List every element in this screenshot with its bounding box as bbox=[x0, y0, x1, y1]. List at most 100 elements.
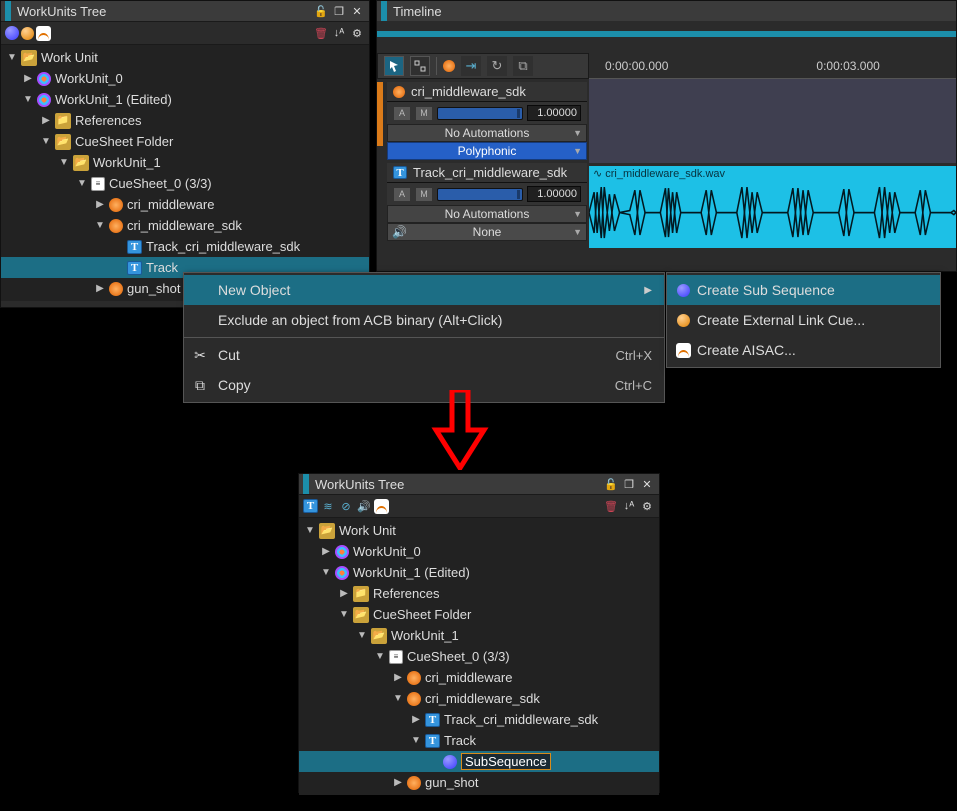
caret-icon[interactable]: ▶ bbox=[95, 199, 105, 210]
track-lane[interactable]: ∿ cri_middleware_sdk.wav bbox=[589, 166, 956, 248]
caret-icon[interactable]: ▼ bbox=[321, 567, 331, 578]
record-icon[interactable] bbox=[443, 60, 455, 72]
caret-icon[interactable]: ▶ bbox=[393, 672, 403, 683]
menu-item-create-aisac[interactable]: Create AISAC... bbox=[667, 335, 940, 365]
menu-label: Create AISAC... bbox=[697, 342, 796, 358]
menu-item-create-external-link[interactable]: Create External Link Cue... bbox=[667, 305, 940, 335]
unlock-icon[interactable]: 🔓 bbox=[313, 3, 329, 19]
cue-track-header[interactable]: cri_middleware_sdk bbox=[387, 82, 587, 102]
subsequence-name-editbox[interactable]: SubSequence bbox=[461, 753, 551, 770]
tree-row-wu1[interactable]: ▼ WorkUnit_1 (Edited) bbox=[299, 562, 659, 583]
filter-audio-icon[interactable]: 🔊 bbox=[356, 498, 372, 514]
tree-row-track1[interactable]: ▶ T Track_cri_middleware_sdk bbox=[1, 236, 369, 257]
tree-row-cue2[interactable]: ▼ cri_middleware_sdk bbox=[1, 215, 369, 236]
tree-row-refs[interactable]: ▶ 📁 References bbox=[299, 583, 659, 604]
filter-link-icon[interactable]: ⊘ bbox=[338, 498, 354, 514]
tree-row-cue2[interactable]: ▼ cri_middleware_sdk bbox=[299, 688, 659, 709]
caret-icon[interactable]: ▶ bbox=[411, 714, 421, 725]
playback-type-dropdown[interactable]: 🔊 None▼ bbox=[387, 223, 587, 241]
menu-item-exclude[interactable]: Exclude an object from ACB binary (Alt+C… bbox=[184, 305, 664, 335]
tree-row-csfolder[interactable]: ▼ 📂 CueSheet Folder bbox=[299, 604, 659, 625]
caret-icon[interactable]: ▼ bbox=[393, 693, 403, 704]
menu-item-copy[interactable]: ⧉ Copy Ctrl+C bbox=[184, 370, 664, 400]
tree-row-track1[interactable]: ▶ T Track_cri_middleware_sdk bbox=[299, 709, 659, 730]
caret-icon[interactable]: ▶ bbox=[23, 73, 33, 84]
close-icon[interactable]: ✕ bbox=[639, 476, 655, 492]
trash-icon[interactable]: 🗑 bbox=[603, 498, 619, 514]
sort-icon[interactable]: ↓ᴬ bbox=[331, 25, 347, 41]
caret-icon[interactable]: ▼ bbox=[77, 178, 87, 189]
caret-icon[interactable]: ▼ bbox=[59, 157, 69, 168]
menu-item-create-sub-sequence[interactable]: Create Sub Sequence bbox=[667, 275, 940, 305]
caret-icon[interactable]: ▶ bbox=[95, 283, 105, 294]
close-icon[interactable]: ✕ bbox=[349, 3, 365, 19]
caret-icon[interactable]: ▼ bbox=[95, 220, 105, 231]
timeline-ruler[interactable]: 0:00:00.000 0:00:03.000 bbox=[589, 53, 956, 79]
menu-item-new-object[interactable]: New Object ▶ bbox=[184, 275, 664, 305]
menu-item-cut[interactable]: ✂ Cut Ctrl+X bbox=[184, 340, 664, 370]
tree-row-wu1b[interactable]: ▼ 📂 WorkUnit_1 bbox=[299, 625, 659, 646]
tree-row-root[interactable]: ▼ 📂 Work Unit bbox=[299, 520, 659, 541]
loop-button[interactable]: ↻ bbox=[487, 56, 507, 76]
automations-dropdown[interactable]: No Automations▼ bbox=[387, 124, 587, 142]
waveform-clip[interactable]: ∿ cri_middleware_sdk.wav bbox=[589, 166, 956, 248]
tree-view[interactable]: ▼ 📂 Work Unit ▶ WorkUnit_0 ▼ WorkUnit_1 … bbox=[1, 45, 369, 301]
snap-tool-button[interactable] bbox=[410, 56, 430, 76]
sort-icon[interactable]: ↓ᴬ bbox=[621, 498, 637, 514]
tree-row-csfolder[interactable]: ▼ 📂 CueSheet Folder bbox=[1, 131, 369, 152]
tree-row-wu0[interactable]: ▶ WorkUnit_0 bbox=[299, 541, 659, 562]
filter-aisac-icon[interactable] bbox=[374, 499, 389, 514]
tree-row-wu0[interactable]: ▶ WorkUnit_0 bbox=[1, 68, 369, 89]
caret-icon[interactable]: ▶ bbox=[41, 115, 51, 126]
mute-button[interactable]: M bbox=[415, 106, 433, 121]
volume-slider[interactable] bbox=[437, 107, 523, 120]
tree-row-refs[interactable]: ▶ 📁 References bbox=[1, 110, 369, 131]
tree-row-track2[interactable]: ▼ T Track bbox=[299, 730, 659, 751]
tree-row-root[interactable]: ▼ 📂 Work Unit bbox=[1, 47, 369, 68]
tree-row-wu1[interactable]: ▼ WorkUnit_1 (Edited) bbox=[1, 89, 369, 110]
tree-row-cs0[interactable]: ▼ ≡ CueSheet_0 (3/3) bbox=[299, 646, 659, 667]
filter-cue-icon[interactable] bbox=[5, 26, 19, 40]
tree-view[interactable]: ▼ 📂 Work Unit ▶ WorkUnit_0 ▼ WorkUnit_1 … bbox=[299, 518, 659, 795]
caret-icon[interactable]: ▼ bbox=[357, 630, 367, 641]
caret-icon[interactable]: ▼ bbox=[7, 52, 17, 63]
track-header[interactable]: T Track_cri_middleware_sdk bbox=[387, 163, 587, 183]
window-icon[interactable]: ❐ bbox=[621, 476, 637, 492]
volume-value[interactable] bbox=[527, 105, 581, 121]
caret-icon[interactable]: ▼ bbox=[339, 609, 349, 620]
filter-sound-icon[interactable] bbox=[21, 27, 34, 40]
unlock-icon[interactable]: 🔓 bbox=[603, 476, 619, 492]
caret-icon[interactable]: ▼ bbox=[375, 651, 385, 662]
goto-button[interactable]: ⇥ bbox=[461, 56, 481, 76]
filter-track-icon[interactable]: T bbox=[303, 499, 318, 513]
caret-icon[interactable]: ▼ bbox=[23, 94, 33, 105]
filter-sequence-icon[interactable]: ≋ bbox=[320, 498, 336, 514]
volume-slider[interactable] bbox=[437, 188, 523, 201]
filter-aisac-icon[interactable] bbox=[36, 26, 51, 41]
mute-button[interactable]: M bbox=[415, 187, 433, 202]
automations-dropdown[interactable]: No Automations▼ bbox=[387, 205, 587, 223]
tree-row-cue1[interactable]: ▶ cri_middleware bbox=[299, 667, 659, 688]
gear-icon[interactable]: ⚙ bbox=[349, 25, 365, 41]
gear-icon[interactable]: ⚙ bbox=[639, 498, 655, 514]
automation-a-button[interactable]: A bbox=[393, 106, 411, 121]
caret-icon[interactable]: ▶ bbox=[393, 777, 403, 788]
caret-icon[interactable]: ▶ bbox=[339, 588, 349, 599]
pointer-tool-button[interactable] bbox=[384, 56, 404, 76]
window-icon[interactable]: ❐ bbox=[331, 3, 347, 19]
caret-icon[interactable]: ▼ bbox=[411, 735, 421, 746]
polyphonic-dropdown[interactable]: Polyphonic▼ bbox=[387, 142, 587, 160]
tree-row-cs0[interactable]: ▼ ≡ CueSheet_0 (3/3) bbox=[1, 173, 369, 194]
tree-row-subsequence[interactable]: ▶ SubSequence bbox=[299, 751, 659, 772]
link-button[interactable]: ⧉ bbox=[513, 56, 533, 76]
automation-a-button[interactable]: A bbox=[393, 187, 411, 202]
cue-lane[interactable] bbox=[589, 79, 956, 163]
tree-row-cue1[interactable]: ▶ cri_middleware bbox=[1, 194, 369, 215]
caret-icon[interactable]: ▼ bbox=[41, 136, 51, 147]
volume-value[interactable] bbox=[527, 186, 581, 202]
caret-icon[interactable]: ▶ bbox=[321, 546, 331, 557]
caret-icon[interactable]: ▼ bbox=[305, 525, 315, 536]
tree-row-cue3[interactable]: ▶ gun_shot bbox=[299, 772, 659, 793]
trash-icon[interactable]: 🗑 bbox=[313, 25, 329, 41]
tree-row-wu1b[interactable]: ▼ 📂 WorkUnit_1 bbox=[1, 152, 369, 173]
